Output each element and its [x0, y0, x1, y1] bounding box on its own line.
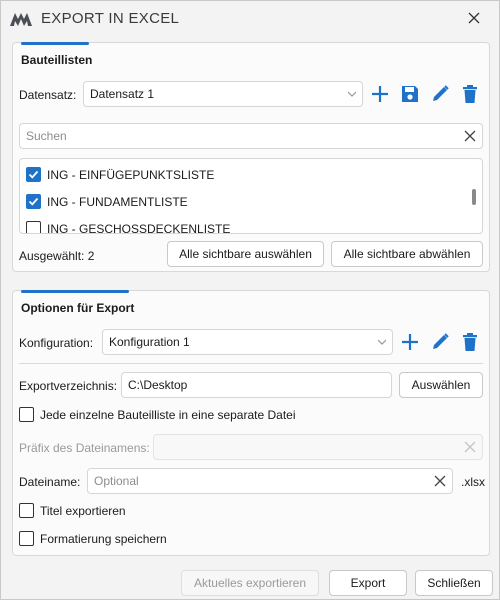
- section-accent: [21, 42, 89, 45]
- exportverzeichnis-value: C:\Desktop: [128, 378, 188, 392]
- list-item[interactable]: ING - GESCHOSSDECKENLISTE: [26, 221, 231, 234]
- dateiname-placeholder: Optional: [94, 474, 139, 488]
- konfiguration-select[interactable]: Konfiguration 1: [102, 329, 393, 355]
- format-option[interactable]: Formatierung speichern: [19, 531, 167, 546]
- export-dialog: EXPORT IN EXCEL Bauteillisten Datensatz:…: [0, 0, 500, 600]
- app-logo-icon: [10, 13, 32, 26]
- checkbox[interactable]: [26, 221, 41, 233]
- close-button[interactable]: Schließen: [415, 570, 493, 596]
- titel-label: Titel exportieren: [40, 503, 126, 518]
- datensatz-label: Datensatz:: [19, 88, 77, 102]
- datensatz-value: Datensatz 1: [90, 87, 155, 101]
- bauteillisten-list: ING - EINFÜGEPUNKTSLISTE ING - FUNDAMENT…: [19, 158, 483, 234]
- delete-icon[interactable]: [459, 83, 481, 105]
- exportverzeichnis-field[interactable]: C:\Desktop: [121, 372, 392, 398]
- exportverzeichnis-label: Exportverzeichnis:: [19, 379, 118, 393]
- checkbox[interactable]: [19, 503, 34, 518]
- format-label: Formatierung speichern: [40, 531, 167, 546]
- titel-option[interactable]: Titel exportieren: [19, 503, 126, 518]
- clear-icon[interactable]: [464, 130, 476, 142]
- checkbox[interactable]: [19, 531, 34, 546]
- choose-directory-button[interactable]: Auswählen: [399, 372, 483, 398]
- dateiname-label: Dateiname:: [19, 475, 81, 489]
- konfiguration-label: Konfiguration:: [19, 336, 94, 350]
- checkmark-icon: [28, 170, 39, 179]
- select-all-visible-button[interactable]: Alle sichtbare auswählen: [167, 241, 324, 267]
- divider: [19, 363, 483, 364]
- close-icon[interactable]: [465, 9, 483, 27]
- save-icon[interactable]: [399, 83, 421, 105]
- add-icon[interactable]: [399, 331, 421, 353]
- separate-file-label: Jede einzelne Bauteilliste in eine separ…: [40, 407, 296, 422]
- konfiguration-value: Konfiguration 1: [109, 335, 190, 349]
- file-extension: .xlsx: [461, 475, 485, 489]
- checkbox[interactable]: [19, 407, 34, 422]
- section-title-export-options: Optionen für Export: [21, 301, 135, 315]
- prefix-field: [153, 434, 483, 460]
- title-bar: EXPORT IN EXCEL: [1, 1, 499, 37]
- export-options-panel: Optionen für Export Konfiguration: Konfi…: [12, 290, 490, 556]
- delete-icon[interactable]: [459, 331, 481, 353]
- checkmark-icon: [28, 197, 39, 206]
- search-input[interactable]: Suchen: [19, 123, 483, 149]
- search-placeholder: Suchen: [26, 129, 67, 143]
- window-title: EXPORT IN EXCEL: [41, 10, 180, 27]
- dateiname-field[interactable]: Optional: [87, 468, 453, 494]
- chevron-down-icon: [348, 91, 356, 97]
- list-item[interactable]: ING - EINFÜGEPUNKTSLISTE: [26, 167, 214, 182]
- clear-icon: [464, 441, 476, 453]
- edit-icon[interactable]: [429, 331, 451, 353]
- prefix-label: Präfix des Dateinamens:: [19, 441, 150, 455]
- checkbox-checked[interactable]: [26, 194, 41, 209]
- export-current-button[interactable]: Aktuelles exportieren: [181, 570, 319, 596]
- bauteillisten-panel: Bauteillisten Datensatz: Datensatz 1 Suc…: [12, 42, 490, 272]
- edit-icon[interactable]: [429, 83, 451, 105]
- export-button[interactable]: Export: [329, 570, 407, 596]
- section-accent: [21, 290, 129, 293]
- list-item-label: ING - FUNDAMENTLISTE: [47, 194, 188, 209]
- selected-count: Ausgewählt: 2: [19, 249, 95, 263]
- deselect-all-visible-button[interactable]: Alle sichtbare abwählen: [331, 241, 483, 267]
- clear-icon[interactable]: [434, 475, 446, 487]
- separate-file-option[interactable]: Jede einzelne Bauteilliste in eine separ…: [19, 407, 296, 422]
- list-item-label: ING - EINFÜGEPUNKTSLISTE: [47, 167, 215, 182]
- section-title-bauteillisten: Bauteillisten: [21, 53, 93, 67]
- chevron-down-icon: [378, 339, 386, 345]
- add-icon[interactable]: [369, 83, 391, 105]
- list-item-label: ING - GESCHOSSDECKENLISTE: [47, 221, 231, 234]
- datensatz-select[interactable]: Datensatz 1: [83, 81, 363, 107]
- checkbox-checked[interactable]: [26, 167, 41, 182]
- list-item[interactable]: ING - FUNDAMENTLISTE: [26, 194, 188, 209]
- list-scrollbar[interactable]: [472, 189, 476, 205]
